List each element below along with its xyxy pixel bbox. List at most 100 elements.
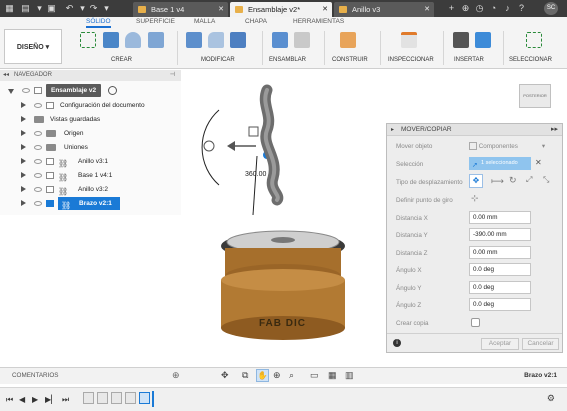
previous-icon[interactable]: ◀ bbox=[19, 395, 25, 404]
root-label[interactable]: Ensamblaje v2 bbox=[46, 84, 102, 97]
play-icon[interactable]: ▶ bbox=[32, 395, 38, 404]
expand-icon[interactable] bbox=[21, 102, 26, 108]
accept-button[interactable]: Aceptar bbox=[481, 338, 519, 350]
dialog-header[interactable]: ▸ MOVER/COPIAR ▸▸ bbox=[387, 124, 562, 136]
collapse-icon[interactable]: ▸ bbox=[391, 124, 394, 136]
expand-icon[interactable] bbox=[21, 130, 26, 136]
timeline-marker[interactable] bbox=[152, 391, 154, 407]
close-icon[interactable]: ✕ bbox=[322, 2, 328, 17]
timeline-feature-active[interactable] bbox=[139, 392, 150, 404]
eye-icon[interactable] bbox=[34, 173, 42, 178]
expand-icon[interactable] bbox=[21, 144, 26, 150]
apps-grid-icon[interactable]: ▦ bbox=[4, 3, 15, 14]
timeline-feature[interactable] bbox=[83, 392, 94, 404]
tree-item[interactable]: ⛓ Anillo v3:2 bbox=[0, 183, 181, 196]
new-tab-icon[interactable]: + bbox=[446, 3, 457, 14]
tree-item-selected[interactable]: ⛓ Brazo v2:1 bbox=[0, 197, 181, 210]
expand-icon[interactable] bbox=[21, 186, 26, 192]
view-cube[interactable]: POSTERIOR bbox=[519, 84, 551, 108]
fillet-icon[interactable] bbox=[208, 32, 224, 48]
select-icon[interactable] bbox=[526, 32, 542, 48]
revolve-icon[interactable] bbox=[125, 32, 141, 48]
point-to-position-icon[interactable]: ⤡ bbox=[543, 175, 549, 185]
close-icon[interactable]: ✕ bbox=[218, 2, 224, 17]
pivot-icon[interactable]: ⊹ bbox=[471, 193, 479, 204]
extensions-icon[interactable]: ⊕ bbox=[460, 3, 471, 14]
group-create-label[interactable]: CREAR bbox=[111, 57, 132, 63]
distance-x-input[interactable]: 0.00 mm bbox=[469, 211, 531, 224]
file-icon[interactable]: ▤ bbox=[20, 3, 31, 14]
document-tab-active[interactable]: Ensamblaje v2* ✕ bbox=[230, 2, 332, 17]
expand-panel-icon[interactable]: ▸▸ bbox=[551, 124, 558, 136]
plane-icon[interactable] bbox=[340, 32, 356, 48]
tree-item[interactable]: ⛓ Base 1 v4:1 bbox=[0, 169, 181, 182]
redo-icon[interactable]: ↷ bbox=[88, 3, 99, 14]
insert-image-icon[interactable] bbox=[475, 32, 491, 48]
comments-label[interactable]: COMENTARIOS bbox=[12, 372, 58, 379]
group-modify-label[interactable]: MODIFICAR bbox=[201, 57, 235, 63]
insert-derive-icon[interactable] bbox=[453, 32, 469, 48]
dropdown-icon[interactable]: ▾ bbox=[101, 3, 112, 14]
pan-icon[interactable]: ✋ bbox=[256, 369, 269, 382]
measure-icon[interactable] bbox=[401, 32, 417, 48]
first-icon[interactable]: ⏮ bbox=[6, 395, 13, 405]
distance-y-input[interactable]: -390.00 mm bbox=[469, 228, 531, 241]
fit-icon[interactable]: ⌕ bbox=[289, 370, 294, 381]
tab-solido[interactable]: SÓLIDO bbox=[86, 18, 111, 28]
orbit-icon[interactable]: ✥ bbox=[221, 370, 229, 381]
cancel-button[interactable]: Cancelar bbox=[522, 338, 559, 350]
angle-z-input[interactable]: 0.0 deg bbox=[469, 298, 531, 311]
tab-herramientas[interactable]: HERRAMIENTAS bbox=[293, 18, 344, 25]
tree-root[interactable]: Ensamblaje v2 bbox=[0, 84, 181, 97]
undo-icon[interactable]: ↶ bbox=[64, 3, 75, 14]
z-axis-line[interactable] bbox=[252, 155, 258, 216]
save-icon[interactable]: ▣ bbox=[46, 3, 57, 14]
viewports-icon[interactable]: ▥ bbox=[345, 370, 354, 381]
pin-icon[interactable]: ⊣ bbox=[170, 70, 175, 81]
clear-selection-icon[interactable]: ✕ bbox=[535, 158, 542, 167]
x-arrow-head[interactable] bbox=[227, 141, 235, 151]
eye-icon[interactable] bbox=[34, 103, 42, 108]
close-icon[interactable]: ✕ bbox=[424, 2, 430, 17]
distance-z-input[interactable]: 0.00 mm bbox=[469, 246, 531, 259]
group-select-label[interactable]: SELECCIONAR bbox=[509, 57, 552, 63]
plane-handle[interactable] bbox=[248, 126, 259, 137]
navigator-header[interactable]: ◂◂ NAVEGADOR ⊣ bbox=[0, 70, 181, 81]
rotate-handle[interactable] bbox=[203, 140, 215, 152]
help-icon[interactable]: ? bbox=[516, 3, 527, 14]
timeline-feature[interactable] bbox=[125, 392, 136, 404]
timeline-feature[interactable] bbox=[111, 392, 122, 404]
extrude-icon[interactable] bbox=[103, 32, 119, 48]
gear-icon[interactable]: ⚙ bbox=[547, 393, 555, 404]
group-assemble-label[interactable]: ENSAMBLAR bbox=[269, 57, 306, 63]
expand-icon[interactable] bbox=[21, 200, 26, 206]
clock-icon[interactable]: ◷ bbox=[474, 3, 485, 14]
tab-chapa[interactable]: CHAPA bbox=[245, 18, 267, 25]
collapse-icon[interactable]: ◂◂ bbox=[3, 70, 9, 81]
zoom-icon[interactable]: ⊕ bbox=[273, 370, 281, 381]
group-construct-label[interactable]: CONSTRUIR bbox=[332, 57, 368, 63]
tab-superficie[interactable]: SUPERFICIE bbox=[136, 18, 175, 25]
new-component-icon[interactable] bbox=[272, 32, 288, 48]
grid-icon[interactable]: ▦ bbox=[328, 370, 337, 381]
translate-icon[interactable]: ⟼ bbox=[491, 176, 504, 187]
last-icon[interactable]: ⏭ bbox=[62, 395, 69, 405]
activate-icon[interactable] bbox=[108, 86, 117, 95]
tree-item[interactable]: Configuración del documento bbox=[0, 99, 181, 112]
document-tab[interactable]: Base 1 v4 ✕ bbox=[133, 2, 228, 17]
rotate-icon[interactable]: ↻ bbox=[509, 175, 517, 186]
bell-icon[interactable]: ♪ bbox=[502, 3, 513, 14]
free-move-icon[interactable]: ✥ bbox=[469, 174, 483, 188]
workspace-switcher-button[interactable]: DISEÑO ▾ bbox=[4, 29, 62, 64]
dropdown-icon[interactable]: ▾ bbox=[77, 3, 88, 14]
expand-icon[interactable] bbox=[8, 89, 14, 94]
angle-y-input[interactable]: 0.0 deg bbox=[469, 281, 531, 294]
create-copy-checkbox[interactable] bbox=[471, 318, 480, 327]
tree-item[interactable]: Uniones bbox=[0, 141, 181, 154]
user-avatar[interactable]: SC bbox=[544, 2, 558, 15]
tree-item[interactable]: Origen bbox=[0, 127, 181, 140]
expand-icon[interactable] bbox=[21, 116, 26, 122]
press-pull-icon[interactable] bbox=[186, 32, 202, 48]
expand-icon[interactable] bbox=[21, 172, 26, 178]
selection-button[interactable]: ➚ 1 seleccionado bbox=[469, 157, 531, 170]
